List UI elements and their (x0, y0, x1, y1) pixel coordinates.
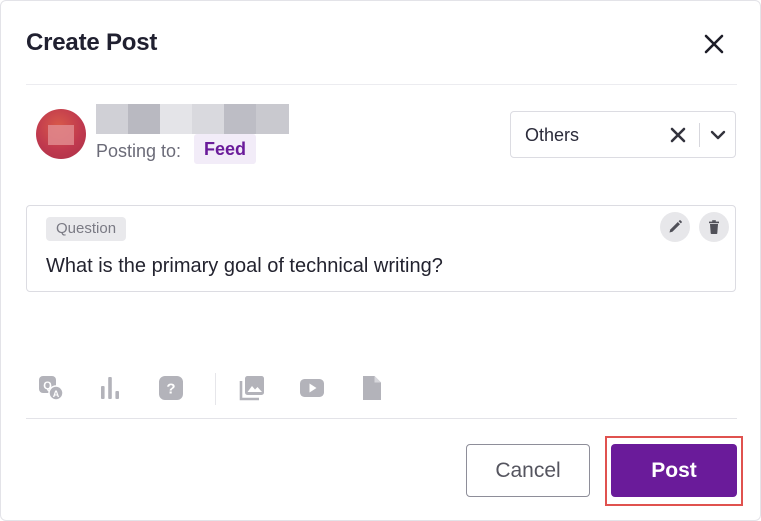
avatar (36, 109, 86, 159)
create-post-dialog: Create Post Posting to: Feed Others Ques… (0, 0, 761, 521)
category-select[interactable]: Others (510, 111, 736, 158)
poll-icon (101, 377, 119, 399)
delete-question-button[interactable] (699, 212, 729, 242)
document-icon (363, 376, 381, 400)
trash-icon (709, 220, 719, 234)
qa-icon: Q A (39, 376, 64, 401)
pencil-icon (669, 220, 682, 233)
question-tag: Question (46, 217, 127, 241)
edit-question-button[interactable] (660, 212, 690, 242)
qa-button[interactable]: Q A (38, 375, 64, 401)
svg-text:?: ? (166, 381, 175, 398)
chevron-down-icon[interactable] (708, 125, 728, 145)
clear-selection-icon[interactable] (668, 125, 688, 145)
post-button[interactable]: Post (611, 444, 737, 497)
close-button[interactable] (701, 31, 727, 57)
toolbar-separator (215, 373, 216, 405)
svg-text:A: A (53, 389, 60, 399)
question-icon: ? (159, 376, 183, 400)
destination-badge[interactable]: Feed (194, 134, 257, 164)
select-separator (699, 123, 700, 147)
close-icon (704, 34, 724, 54)
document-button[interactable] (359, 375, 385, 401)
video-button[interactable] (299, 375, 325, 401)
question-button[interactable]: ? (158, 375, 184, 401)
video-icon (300, 379, 324, 397)
question-card: Question What is the primary goal of tec… (26, 205, 736, 292)
question-text[interactable]: What is the primary goal of technical wr… (46, 255, 443, 278)
poll-button[interactable] (97, 375, 123, 401)
dialog-title: Create Post (26, 29, 158, 56)
footer-divider (26, 418, 737, 419)
header-divider (26, 84, 737, 85)
image-gallery-button[interactable] (239, 375, 265, 401)
image-gallery-icon (239, 376, 264, 401)
cancel-button[interactable]: Cancel (466, 444, 590, 497)
posting-to-label: Posting to: (96, 141, 182, 161)
category-selected-value: Others (525, 125, 580, 145)
